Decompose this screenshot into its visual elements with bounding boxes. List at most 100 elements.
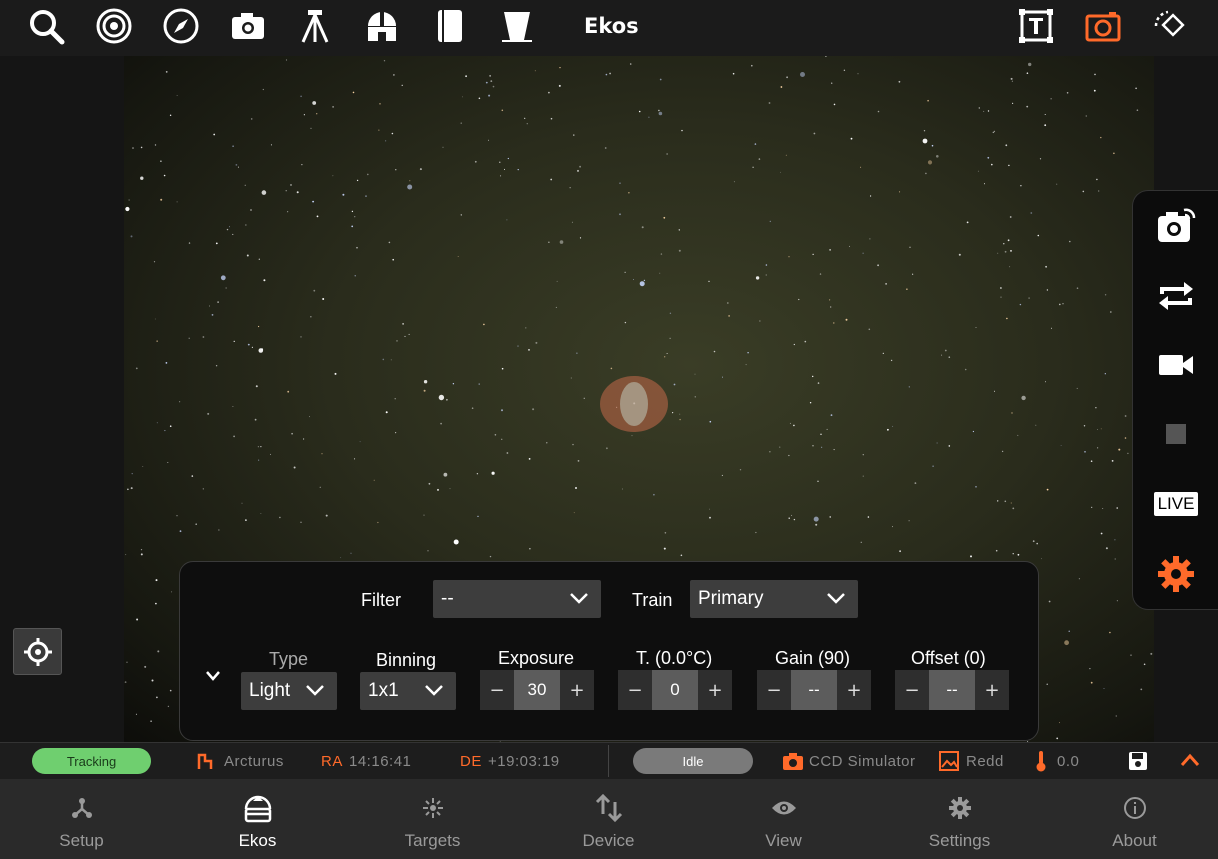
crosshair-icon — [23, 637, 52, 666]
status-divider — [608, 745, 609, 777]
nav-label-ekos: Ekos — [238, 831, 277, 850]
de-value: +19:03:19 — [488, 753, 560, 770]
nav-label-about: About — [1112, 831, 1157, 850]
video-icon[interactable] — [1133, 340, 1218, 390]
camera-icon[interactable] — [226, 6, 270, 46]
exposure-stepper: − 30 + — [480, 670, 594, 710]
top-toolbar: Ekos — [0, 0, 1218, 56]
notebook-icon[interactable] — [427, 6, 471, 46]
chevron-up-icon[interactable] — [1179, 752, 1201, 768]
targets-icon — [345, 793, 520, 823]
nav-item-settings[interactable]: Settings — [872, 779, 1047, 859]
offset-value[interactable]: -- — [929, 670, 975, 710]
chevron-down-icon — [827, 593, 845, 604]
filter-select[interactable]: -- — [433, 580, 601, 618]
train-value: Primary — [698, 588, 764, 609]
nav-item-device[interactable]: Device — [521, 779, 696, 859]
tracking-status-badge[interactable]: Tracking — [32, 748, 151, 774]
setup-icon — [0, 793, 169, 823]
live-button[interactable]: LIVE — [1133, 479, 1218, 529]
gain-increment-button[interactable]: + — [837, 670, 871, 710]
view-eye-icon — [696, 793, 871, 823]
binning-label: Binning — [376, 650, 437, 670]
exposure-decrement-button[interactable]: − — [480, 670, 514, 710]
temperature-stepper: − 0 + — [618, 670, 732, 710]
target-name: Arcturus — [224, 753, 284, 770]
nav-item-ekos[interactable]: Ekos — [170, 779, 345, 859]
capture-status-badge[interactable]: Idle — [633, 748, 753, 774]
gain-value[interactable]: -- — [791, 670, 837, 710]
camera-name: CCD Simulator — [809, 753, 916, 770]
nav-item-about[interactable]: About — [1047, 779, 1218, 859]
ekos-dome-icon — [170, 793, 345, 823]
temperature-decrement-button[interactable]: − — [618, 670, 652, 710]
flat-panel-icon[interactable] — [494, 6, 538, 46]
search-icon[interactable] — [24, 6, 68, 46]
text-annotation-icon[interactable] — [1014, 6, 1058, 46]
image-label: Redd — [966, 753, 1004, 770]
tracking-status-text: Tracking — [66, 753, 117, 769]
chevron-down-icon — [306, 685, 324, 696]
exposure-value[interactable]: 30 — [514, 670, 560, 710]
temperature-readout: 0.0 — [1057, 753, 1080, 770]
de-label: DE — [460, 753, 482, 770]
loop-icon[interactable] — [1133, 271, 1218, 321]
compass-icon[interactable] — [159, 6, 203, 46]
fov-camera-icon[interactable] — [1081, 6, 1125, 46]
train-label: Train — [632, 590, 673, 610]
exposure-increment-button[interactable]: + — [560, 670, 594, 710]
app-title: Ekos — [584, 14, 639, 38]
gain-decrement-button[interactable]: − — [757, 670, 791, 710]
ra-label: RA — [321, 753, 343, 770]
temperature-label: T. (0.0°C) — [636, 648, 713, 668]
train-select[interactable]: Primary — [690, 580, 858, 618]
center-crosshair-button[interactable] — [13, 628, 62, 675]
chevron-down-icon — [570, 593, 588, 604]
stop-icon[interactable] — [1133, 409, 1218, 459]
collapse-panel-button[interactable] — [204, 668, 222, 687]
chevron-down-icon — [425, 685, 443, 696]
capture-actions-panel: LIVE — [1132, 190, 1218, 610]
tripod-icon[interactable] — [293, 6, 337, 46]
exposure-label: Exposure — [498, 648, 575, 668]
settings-icon[interactable] — [1133, 549, 1218, 599]
camera-status-icon — [783, 753, 803, 770]
filter-value: -- — [441, 588, 454, 609]
image-icon — [939, 751, 959, 771]
bottom-navigation: Setup Ekos Targets Device View Settings … — [0, 779, 1218, 859]
type-select[interactable]: Light — [241, 672, 337, 710]
capture-preview-icon[interactable] — [1133, 201, 1218, 251]
settings-gear-icon — [872, 793, 1047, 823]
offset-stepper: − -- + — [895, 670, 1009, 710]
nav-label-settings: Settings — [928, 831, 991, 850]
mount-target-icon — [197, 753, 213, 769]
capture-settings-panel: Filter -- Train Primary Type Light Binni… — [179, 561, 1039, 741]
type-label: Type — [269, 649, 309, 669]
chevron-down-icon — [206, 671, 220, 681]
offset-increment-button[interactable]: + — [975, 670, 1009, 710]
nav-item-targets[interactable]: Targets — [345, 779, 520, 859]
rotate-view-icon[interactable] — [1148, 6, 1192, 46]
status-bar: Tracking Arcturus RA 14:16:41 DE +19:03:… — [0, 742, 1218, 779]
about-info-icon — [1047, 793, 1218, 823]
capture-status-text: Idle — [682, 753, 704, 769]
binning-select[interactable]: 1x1 — [360, 672, 456, 710]
ra-value: 14:16:41 — [349, 753, 412, 770]
live-label: LIVE — [1153, 492, 1199, 516]
save-icon[interactable] — [1128, 751, 1148, 771]
device-icon — [521, 793, 696, 823]
target-icon[interactable] — [92, 6, 136, 46]
type-value: Light — [249, 680, 291, 701]
observatory-icon[interactable] — [360, 6, 404, 46]
temperature-increment-button[interactable]: + — [698, 670, 732, 710]
gain-label: Gain (90) — [775, 648, 851, 668]
nav-item-view[interactable]: View — [696, 779, 871, 859]
filter-label: Filter — [361, 590, 401, 610]
thermometer-icon — [1036, 751, 1046, 772]
gain-stepper: − -- + — [757, 670, 871, 710]
nav-item-setup[interactable]: Setup — [0, 779, 169, 859]
nav-label-device: Device — [582, 831, 635, 850]
nav-label-view: View — [765, 831, 802, 850]
temperature-value[interactable]: 0 — [652, 670, 698, 710]
offset-decrement-button[interactable]: − — [895, 670, 929, 710]
